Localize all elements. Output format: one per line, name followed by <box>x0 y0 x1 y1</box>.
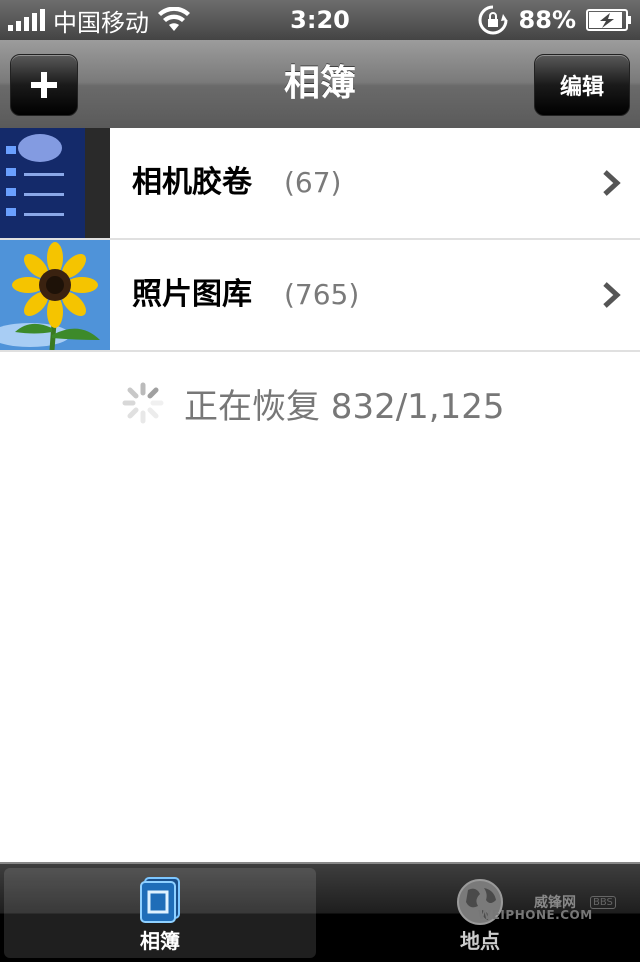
loading-spinner-icon <box>122 382 164 424</box>
status-bar: 中国移动 3:20 88% <box>0 0 640 40</box>
albums-icon <box>140 877 180 923</box>
tab-label: 相簿 <box>140 929 180 953</box>
status-right-group: 88% <box>477 0 632 40</box>
tab-label: 地点 <box>460 929 500 953</box>
album-row-photo-library[interactable]: 照片图库 (765) <box>0 240 640 352</box>
battery-percent: 88% <box>518 6 576 34</box>
album-count: (765) <box>284 278 360 311</box>
sunflower-thumbnail <box>0 240 110 350</box>
chevron-right-icon <box>603 170 621 196</box>
album-row-camera-roll[interactable]: 相机胶卷 (67) <box>0 128 640 240</box>
watermark-brand: WEIPHONE.COM <box>478 908 593 922</box>
camera-roll-thumbnail <box>0 128 110 238</box>
watermark-badge: BBS <box>590 896 616 909</box>
album-name: 相机胶卷 <box>132 165 252 200</box>
album-name: 照片图库 <box>132 277 252 312</box>
restore-status: 正在恢复 832/1,125 <box>122 378 505 428</box>
navigation-bar: 相簿 编辑 <box>0 40 640 129</box>
rotation-lock-icon <box>478 5 508 35</box>
battery-charging-icon <box>586 9 631 31</box>
tab-albums[interactable]: 相簿 <box>4 868 316 958</box>
chevron-right-icon <box>603 282 621 308</box>
edit-button[interactable]: 编辑 <box>534 54 630 116</box>
restore-progress-text: 正在恢复 832/1,125 <box>184 386 505 427</box>
album-count: (67) <box>284 166 342 199</box>
